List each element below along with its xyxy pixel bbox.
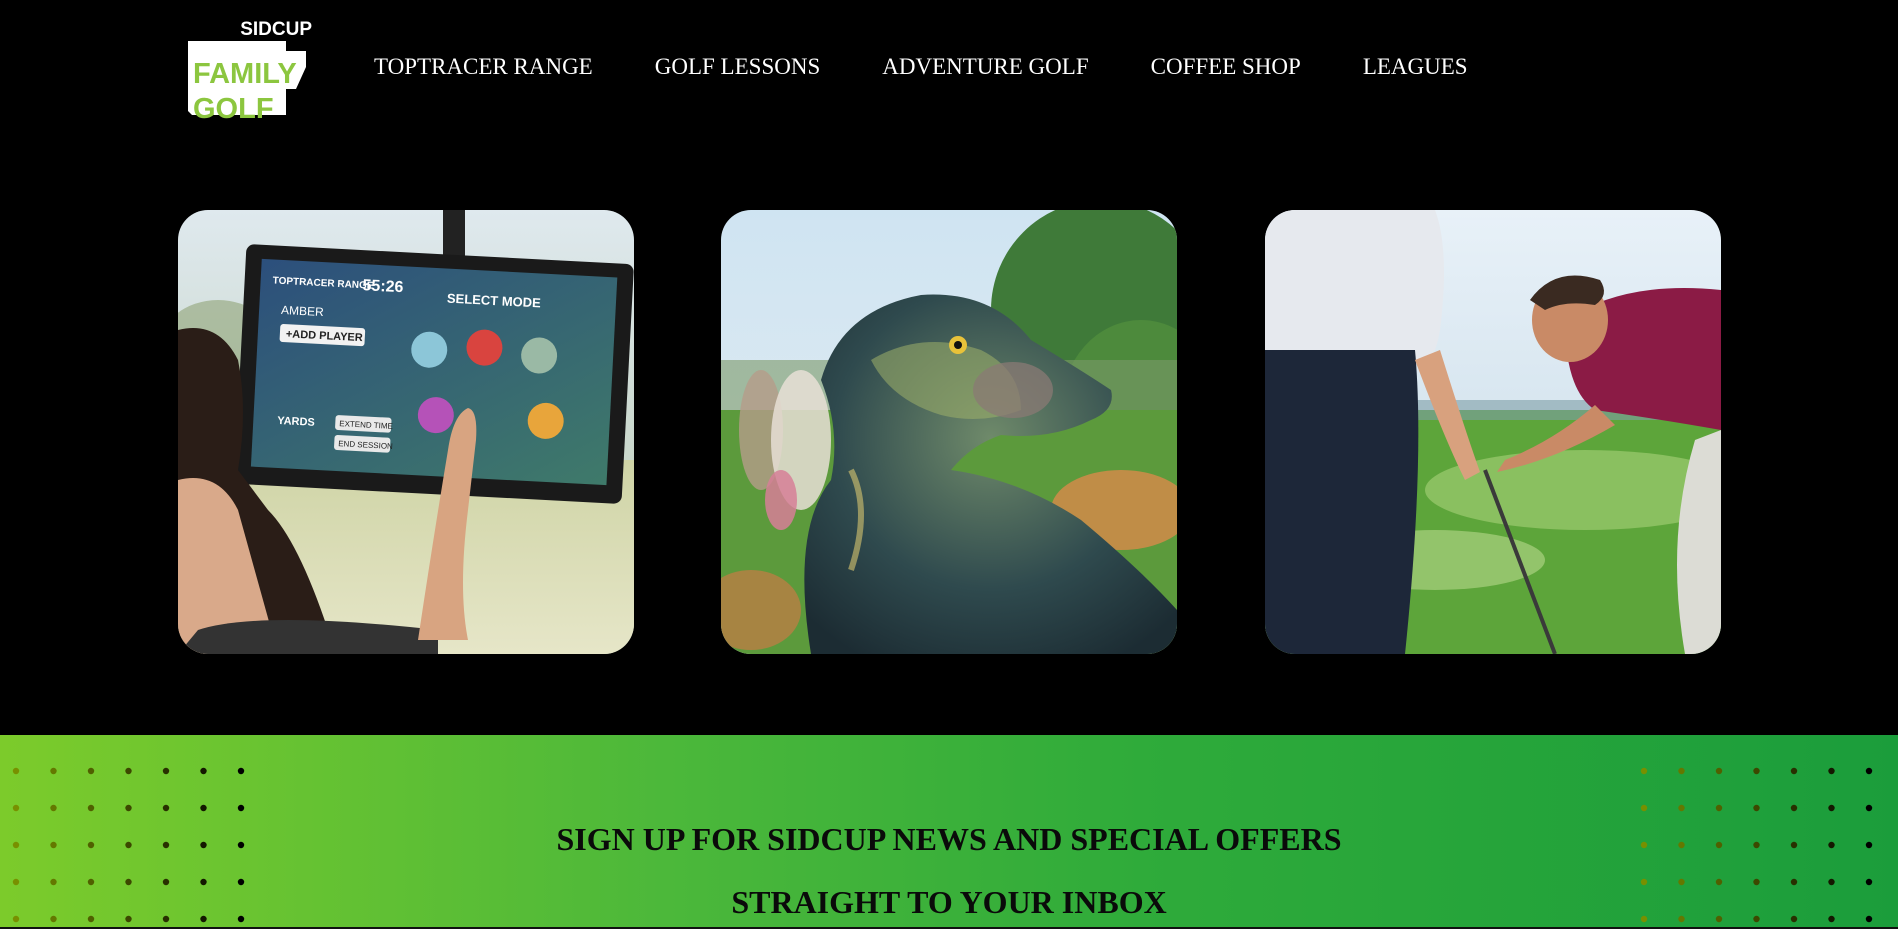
decorative-dot: [125, 767, 132, 775]
decorative-dot: [1715, 804, 1723, 812]
newsletter-headline-line1: SIGN UP FOR SIDCUP NEWS AND SPECIAL OFFE…: [556, 821, 1342, 857]
decorative-dot: [162, 804, 170, 812]
golf-lesson-photo: [1265, 210, 1721, 654]
decorative-dot: [1865, 767, 1873, 775]
decorative-dot: [1640, 767, 1648, 775]
decorative-dot: [1640, 804, 1648, 812]
site-header: SIDCUP FAMILY GOLF TOPTRACER RANGE GOLF …: [0, 0, 1898, 140]
main-nav: TOPTRACER RANGE GOLF LESSONS ADVENTURE G…: [374, 52, 1468, 82]
decorative-dot: [1678, 767, 1685, 775]
nav-item-adventure-golf[interactable]: ADVENTURE GOLF: [882, 52, 1088, 82]
logo-golf-text: GOLF: [193, 93, 274, 125]
decorative-dot: [1790, 767, 1798, 775]
svg-text:AMBER: AMBER: [281, 303, 325, 319]
toptracer-range-card[interactable]: TOPTRACER RANGE 55:26 SELECT MODE AMBER …: [178, 210, 634, 654]
decorative-dot: [1865, 804, 1873, 812]
nav-item-coffee-shop[interactable]: COFFEE SHOP: [1151, 52, 1301, 82]
nav-item-leagues[interactable]: LEAGUES: [1363, 52, 1468, 82]
svg-text:YARDS: YARDS: [277, 415, 315, 429]
decorative-dot: [200, 804, 207, 812]
decorative-dot: [1715, 767, 1723, 775]
decorative-dot: [1828, 804, 1835, 812]
svg-text:55:26: 55:26: [362, 277, 404, 296]
adventure-golf-card[interactable]: [721, 210, 1177, 654]
nav-item-golf-lessons[interactable]: GOLF LESSONS: [655, 52, 821, 82]
decorative-dot: [12, 804, 20, 812]
golf-lessons-card[interactable]: [1265, 210, 1721, 654]
decorative-dot: [125, 804, 132, 812]
decorative-dot: [12, 767, 20, 775]
decorative-dot: [50, 767, 57, 775]
dinosaur-adventure-golf-photo: [721, 210, 1177, 654]
decorative-dot: [162, 767, 170, 775]
decorative-dot: [87, 804, 95, 812]
logo-family-text: FAMILY: [193, 58, 297, 90]
decorative-dot: [1678, 804, 1685, 812]
decorative-dot: [200, 767, 207, 775]
decorative-dot: [237, 804, 245, 812]
decorative-dot: [50, 804, 57, 812]
decorative-dot: [1828, 767, 1835, 775]
nav-item-toptracer-range[interactable]: TOPTRACER RANGE: [374, 52, 593, 82]
logo-sidcup-text: SIDCUP: [240, 19, 312, 40]
decorative-dot: [237, 767, 245, 775]
decorative-dot: [1790, 804, 1798, 812]
logo-badge: FAMILY GOLF: [188, 39, 310, 124]
newsletter-signup-band: SIGN UP FOR SIDCUP NEWS AND SPECIAL OFFE…: [0, 735, 1898, 929]
decorative-dot: [1753, 804, 1760, 812]
decorative-dot: [1753, 767, 1760, 775]
toptracer-touchscreen-photo: TOPTRACER RANGE 55:26 SELECT MODE AMBER …: [178, 210, 634, 654]
page: SIDCUP FAMILY GOLF TOPTRACER RANGE GOLF …: [0, 0, 1898, 929]
newsletter-headline-line2: STRAIGHT TO YOUR INBOX: [731, 884, 1167, 920]
sidcup-family-golf-logo[interactable]: SIDCUP FAMILY GOLF: [186, 19, 312, 124]
decorative-dot: [87, 767, 95, 775]
